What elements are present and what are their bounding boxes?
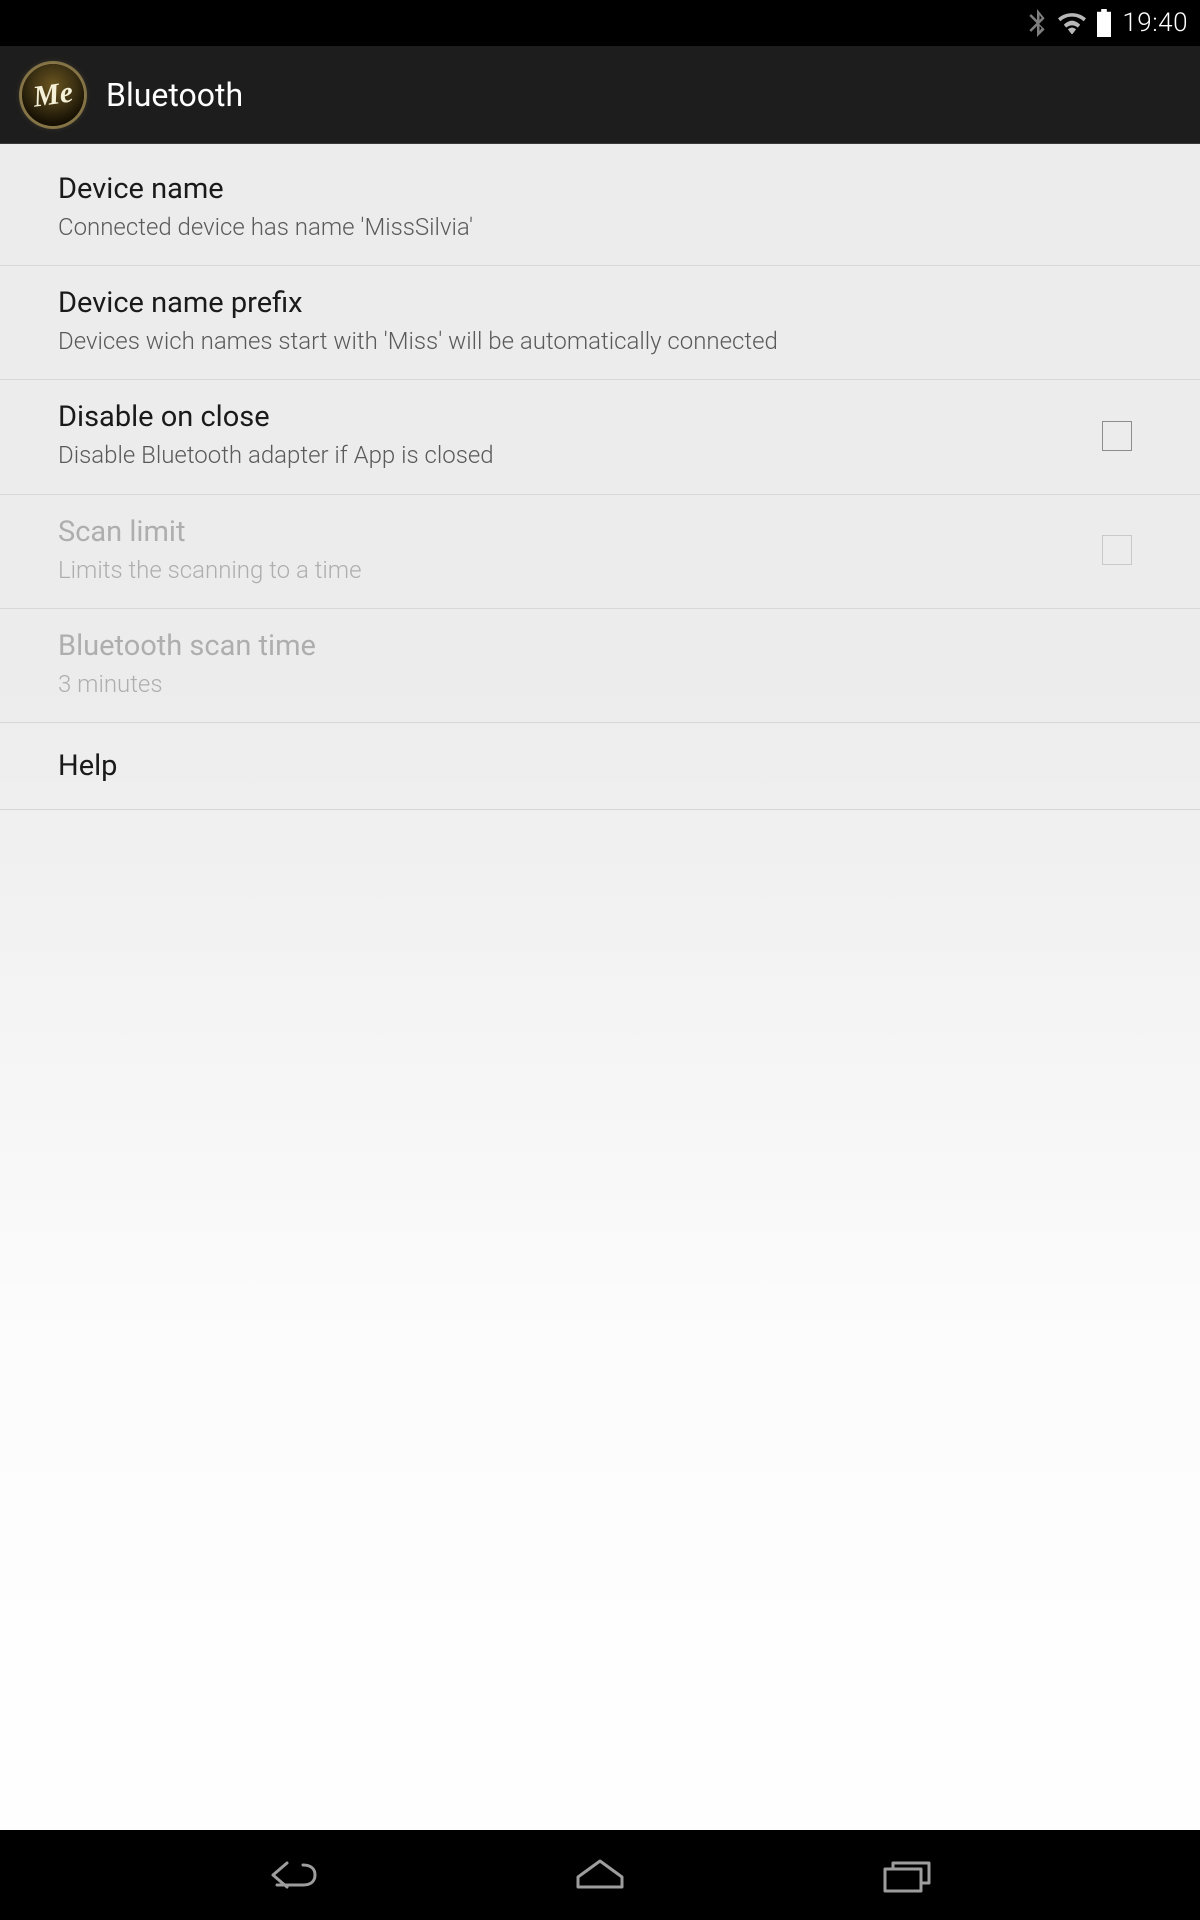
setting-title: Help xyxy=(58,749,1142,783)
battery-icon xyxy=(1096,9,1112,37)
back-button[interactable] xyxy=(223,1830,363,1920)
setting-title: Scan limit xyxy=(58,515,1082,549)
recents-button[interactable] xyxy=(837,1830,977,1920)
setting-disable-on-close[interactable]: Disable on close Disable Bluetooth adapt… xyxy=(0,380,1200,494)
setting-subtitle: Limits the scanning to a time xyxy=(58,555,1082,586)
setting-scan-limit: Scan limit Limits the scanning to a time xyxy=(0,495,1200,609)
setting-title: Device name xyxy=(58,172,1142,206)
checkbox[interactable] xyxy=(1102,421,1132,451)
setting-bluetooth-scan-time: Bluetooth scan time 3 minutes xyxy=(0,609,1200,723)
setting-device-name[interactable]: Device name Connected device has name 'M… xyxy=(0,144,1200,266)
setting-title: Device name prefix xyxy=(58,286,1142,320)
setting-title: Bluetooth scan time xyxy=(58,629,1142,663)
setting-subtitle: Connected device has name 'MissSilvia' xyxy=(58,212,1142,243)
bluetooth-icon xyxy=(1026,9,1048,37)
setting-subtitle: Devices wich names start with 'Miss' wil… xyxy=(58,326,1142,357)
page-title: Bluetooth xyxy=(106,76,243,114)
navigation-bar xyxy=(0,1830,1200,1920)
app-icon[interactable]: Me xyxy=(22,64,84,126)
status-time: 19:40 xyxy=(1122,8,1188,38)
action-bar: Me Bluetooth xyxy=(0,46,1200,144)
setting-subtitle: Disable Bluetooth adapter if App is clos… xyxy=(58,440,1082,471)
wifi-icon xyxy=(1058,12,1086,34)
status-bar: 19:40 xyxy=(0,0,1200,46)
setting-subtitle: 3 minutes xyxy=(58,669,1142,700)
home-button[interactable] xyxy=(530,1830,670,1920)
settings-list: Device name Connected device has name 'M… xyxy=(0,144,1200,1830)
setting-device-name-prefix[interactable]: Device name prefix Devices wich names st… xyxy=(0,266,1200,380)
checkbox xyxy=(1102,535,1132,565)
setting-help[interactable]: Help xyxy=(0,723,1200,810)
setting-title: Disable on close xyxy=(58,400,1082,434)
